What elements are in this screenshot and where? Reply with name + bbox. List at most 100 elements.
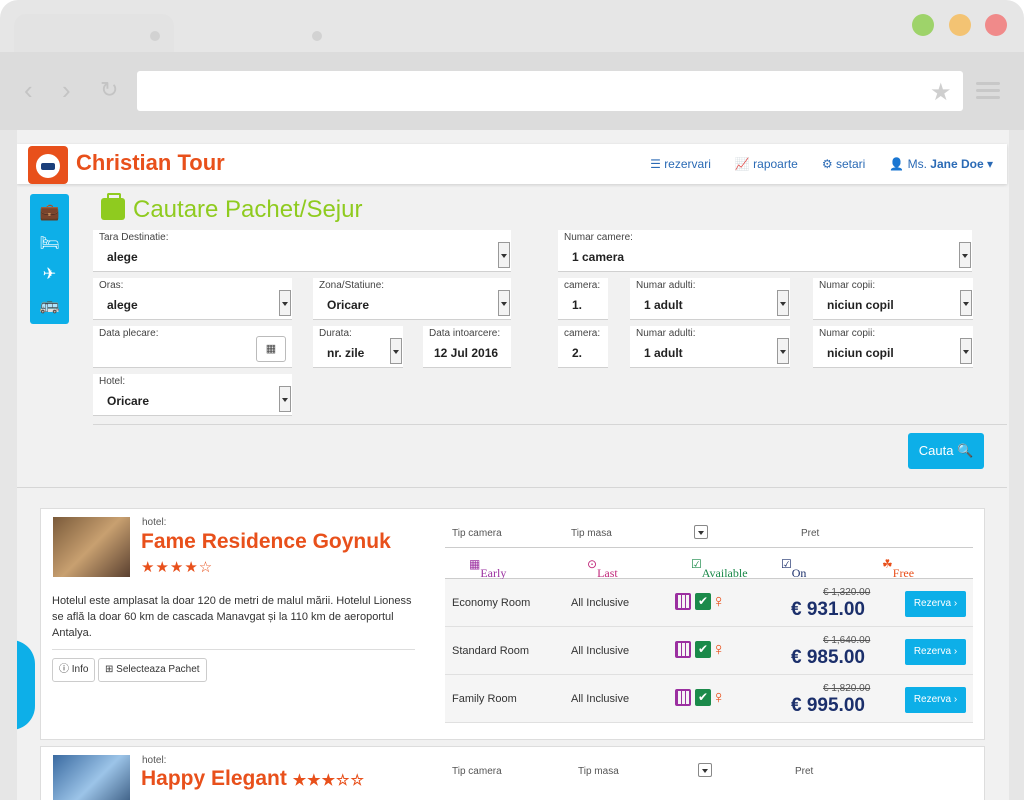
hotel-result-card: hotel: Happy Elegant ★★★☆☆ Tip camera Ti… — [40, 746, 985, 800]
browser-menu-icon[interactable] — [976, 82, 1000, 100]
search-title: Cautare Pachet/Sejur — [101, 193, 362, 224]
category-sidebar: 💼 🛏 ✈ 🚌 — [30, 194, 69, 324]
info-button[interactable]: ⓘ Info — [52, 658, 96, 682]
numar-copii-2-select[interactable]: Numar copii: niciun copil — [813, 326, 973, 368]
bed-icon[interactable]: 🛏 — [30, 233, 69, 253]
star-rating: ★★★★☆ — [141, 559, 214, 576]
close-window-button[interactable] — [985, 14, 1007, 36]
hotel-name[interactable]: Fame Residence Goynuk — [141, 530, 391, 554]
filter-dropdown-icon[interactable] — [698, 763, 712, 777]
dropdown-arrow-icon[interactable] — [279, 290, 291, 316]
search-icon: 🔍 — [957, 443, 974, 458]
gear-icon: ⚙ — [821, 157, 836, 171]
page-viewport: Christian Tour ☰ rezervari 📈 rapoarte ⚙ … — [17, 130, 1009, 800]
available-check-icon: ✔ — [695, 593, 711, 610]
nav-links: ☰ rezervari 📈 rapoarte ⚙ setari 👤 Ms. Ja… — [650, 157, 993, 171]
chart-icon: 📈 — [734, 157, 754, 171]
dropdown-arrow-icon[interactable] — [777, 338, 789, 364]
durata-select[interactable]: Durata: nr. zile — [313, 326, 403, 368]
back-icon[interactable]: ‹ — [24, 75, 33, 105]
free-child-icon: ♀ — [712, 591, 726, 611]
top-navbar: Christian Tour ☰ rezervari 📈 rapoarte ⚙ … — [17, 144, 1007, 184]
tab-bar — [0, 0, 1024, 52]
caret-down-icon: ▾ — [986, 157, 993, 171]
star-rating: ★★★☆☆ — [292, 772, 365, 789]
description-divider — [52, 649, 415, 650]
legend-available: ☑ Available — [691, 557, 748, 580]
nav-rezervari[interactable]: ☰ rezervari — [650, 157, 711, 171]
plus-icon: ⊞ — [105, 664, 117, 675]
tab-close-icon[interactable] — [312, 31, 322, 41]
available-check-icon: ✔ — [695, 689, 711, 706]
list-icon: ☰ — [650, 157, 665, 171]
data-intoarcere-input[interactable]: Data intoarcere: 12 Jul 2016 — [423, 326, 511, 368]
nav-rapoarte[interactable]: 📈 rapoarte — [735, 157, 798, 171]
info-icon: ⓘ — [59, 664, 72, 675]
dropdown-arrow-icon[interactable] — [959, 242, 971, 268]
camera-1-field: camera: 1. — [558, 278, 608, 320]
rezerva-button[interactable]: Rezerva › — [905, 639, 966, 665]
browser-tab[interactable] — [180, 14, 330, 52]
hotel-photo[interactable] — [53, 755, 130, 800]
brand-name[interactable]: Christian Tour — [76, 150, 225, 176]
early-booking-icon — [675, 593, 691, 610]
hotel-select[interactable]: Hotel: Oricare — [93, 374, 292, 416]
numar-camere-select[interactable]: Numar camere: 1 camera — [558, 230, 972, 272]
nav-setari[interactable]: ⚙ setari — [822, 157, 865, 171]
filter-dropdown-icon[interactable] — [694, 525, 708, 539]
forward-icon[interactable]: › — [62, 75, 71, 105]
room-row: Family Room All Inclusive ✔ ♀ € 1,820.00… — [445, 675, 973, 723]
plane-icon[interactable]: ✈ — [30, 264, 69, 284]
numar-adulti-1-select[interactable]: Numar adulti: 1 adult — [630, 278, 790, 320]
numar-adulti-2-select[interactable]: Numar adulti: 1 adult — [630, 326, 790, 368]
header-pret: Pret — [795, 766, 814, 777]
user-icon: 👤 — [889, 157, 908, 171]
header-tip-masa: Tip masa — [571, 528, 612, 539]
data-plecare-input[interactable]: Data plecare: ▦ — [93, 326, 292, 368]
oras-select[interactable]: Oras: alege — [93, 278, 292, 320]
dropdown-arrow-icon[interactable] — [960, 290, 972, 316]
early-booking-icon — [675, 641, 691, 658]
free-child-icon: ♀ — [712, 687, 726, 707]
rezerva-button[interactable]: Rezerva › — [905, 687, 966, 713]
dropdown-arrow-icon[interactable] — [960, 338, 972, 364]
dropdown-arrow-icon[interactable] — [777, 290, 789, 316]
hotel-photo[interactable] — [53, 517, 130, 577]
hotel-description: Hotelul este amplasat la doar 120 de met… — [52, 595, 412, 639]
selecteaza-pachet-button[interactable]: ⊞ Selecteaza Pachet — [98, 658, 207, 682]
early-booking-icon — [675, 689, 691, 706]
suitcase-icon[interactable]: 💼 — [30, 202, 69, 222]
rezerva-button[interactable]: Rezerva › — [905, 591, 966, 617]
free-child-icon: ♀ — [712, 639, 726, 659]
calendar-icon[interactable]: ▦ — [256, 336, 286, 362]
user-menu[interactable]: 👤 Ms. Jane Doe ▾ — [889, 157, 993, 171]
zona-statiune-select[interactable]: Zona/Statiune: Oricare — [313, 278, 511, 320]
tab-close-icon[interactable] — [150, 31, 160, 41]
header-tip-camera: Tip camera — [452, 528, 502, 539]
browser-window: ‹ › ↻ ★ Christian Tour ☰ rezervari 📈 rap… — [0, 0, 1024, 800]
dropdown-arrow-icon[interactable] — [498, 290, 510, 316]
camera-2-field: camera: 2. — [558, 326, 608, 368]
room-row: Economy Room All Inclusive ✔ ♀ € 1,320.0… — [445, 579, 973, 627]
maximize-button[interactable] — [912, 14, 934, 36]
hotel-name[interactable]: Happy Elegant ★★★☆☆ — [141, 767, 365, 791]
legend-free-child: ☘ Free Child — [882, 557, 919, 595]
dropdown-arrow-icon[interactable] — [498, 242, 510, 268]
bus-icon[interactable]: 🚌 — [30, 295, 69, 315]
tara-destinatie-select[interactable]: Tara Destinatie: alege — [93, 230, 511, 272]
logo-icon[interactable] — [28, 146, 68, 184]
availability-legend: ▦ Early Booking ⊙ Last Minute ☑ Availabl… — [445, 547, 973, 595]
form-divider — [93, 424, 1007, 425]
cauta-button[interactable]: Cauta 🔍 — [908, 433, 984, 469]
decorative-shape — [17, 640, 35, 730]
legend-on-request: ☑ On Request — [781, 557, 830, 595]
dropdown-arrow-icon[interactable] — [390, 338, 402, 364]
numar-copii-1-select[interactable]: Numar copii: niciun copil — [813, 278, 973, 320]
dropdown-arrow-icon[interactable] — [279, 386, 291, 412]
minimize-button[interactable] — [949, 14, 971, 36]
url-input[interactable] — [137, 71, 963, 111]
suitcase-icon — [101, 193, 125, 220]
reload-icon[interactable]: ↻ — [100, 75, 118, 105]
bookmark-star-icon[interactable]: ★ — [930, 78, 952, 107]
header-tip-camera: Tip camera — [452, 766, 502, 777]
